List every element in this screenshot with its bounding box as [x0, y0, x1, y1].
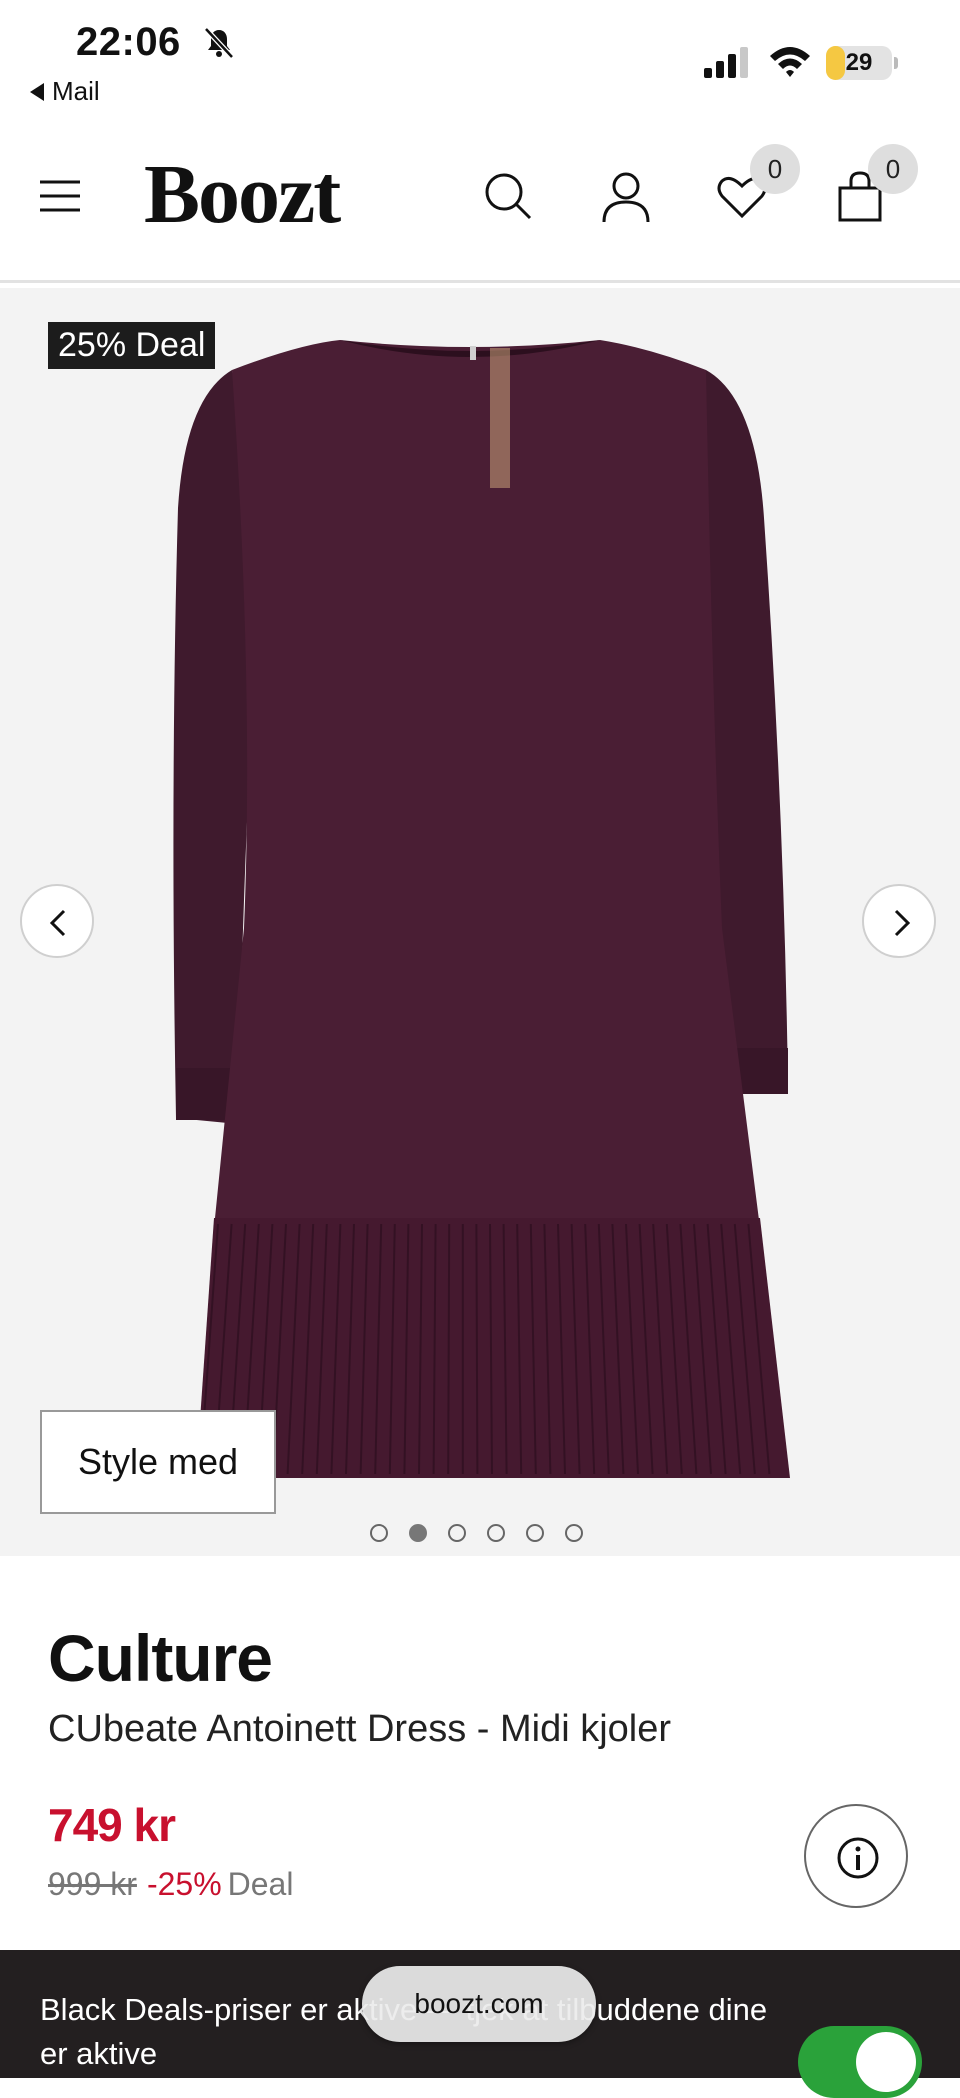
- product-image-dress: [173, 340, 790, 1478]
- previous-image-button[interactable]: [20, 884, 94, 958]
- product-price: 749 kr: [48, 1799, 176, 1851]
- style-with-button[interactable]: Style med: [40, 1410, 276, 1514]
- product-name: CUbeate Antoinett Dress - Midi kjoler: [48, 1708, 672, 1750]
- price-details: 999 kr -25% Deal: [48, 1866, 293, 1903]
- pagination-dot[interactable]: [487, 1524, 505, 1542]
- hamburger-menu-icon[interactable]: [38, 178, 82, 214]
- cellular-signal-icon: [704, 47, 748, 78]
- bell-muted-icon: [204, 27, 234, 59]
- status-bar: 22:06 Mail 29: [0, 0, 960, 120]
- account-icon[interactable]: [598, 168, 654, 224]
- pagination-dot[interactable]: [409, 1524, 427, 1542]
- deal-tag-badge: 25% Deal: [48, 322, 216, 369]
- battery-percent: 29: [845, 49, 873, 76]
- site-header: Boozt 0 0: [0, 120, 960, 283]
- chevron-right-icon: [894, 909, 911, 937]
- image-pagination-dots: [370, 1524, 583, 1542]
- pagination-dot[interactable]: [565, 1524, 583, 1542]
- status-time: 22:06: [76, 20, 181, 64]
- chevron-left-icon: [49, 909, 66, 937]
- boozt-logo[interactable]: Boozt: [144, 146, 341, 243]
- product-image-gallery[interactable]: 25% Deal Style med: [0, 288, 960, 1556]
- wifi-icon: [770, 47, 810, 77]
- price-info-button[interactable]: [804, 1804, 908, 1908]
- battery-indicator: 29: [826, 46, 898, 80]
- deal-label: Deal: [227, 1866, 294, 1902]
- back-to-mail-link[interactable]: Mail: [30, 76, 100, 107]
- discount-percent: -25%: [146, 1866, 222, 1902]
- pagination-dot[interactable]: [448, 1524, 466, 1542]
- wishlist-count-badge: 0: [750, 144, 800, 194]
- black-deals-toggle[interactable]: [798, 2026, 922, 2098]
- original-price: 999 kr: [48, 1866, 137, 1902]
- back-app-label: Mail: [52, 76, 100, 106]
- pagination-dot[interactable]: [526, 1524, 544, 1542]
- cart-count-badge: 0: [868, 144, 918, 194]
- back-arrow-icon: [30, 82, 44, 101]
- next-image-button[interactable]: [862, 884, 936, 958]
- pagination-dot[interactable]: [370, 1524, 388, 1542]
- browser-url-pill[interactable]: boozt.com: [362, 1966, 596, 2042]
- search-icon[interactable]: [480, 168, 536, 224]
- info-icon: [837, 1837, 879, 1879]
- product-brand[interactable]: Culture: [48, 1620, 273, 1696]
